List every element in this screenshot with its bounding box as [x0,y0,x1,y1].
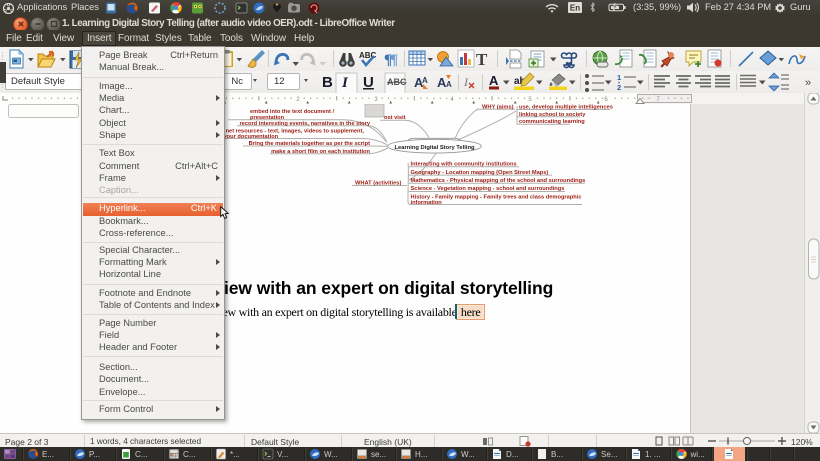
svg-text:Interacting with community ins: Interacting with community institutions [411,162,517,168]
svg-text:I: I [463,75,469,89]
svg-text:A: A [422,76,428,85]
svg-text:2: 2 [617,83,621,92]
svg-text:1: 1 [617,73,621,82]
svg-text:linking school to society: linking school to society [519,112,586,118]
svg-text:En: En [570,3,580,12]
svg-text:Mathematics - Physical mapping: Mathematics - Physical mapping of the sc… [411,178,586,184]
svg-text:presentation: presentation [250,115,285,121]
svg-text:ABC: ABC [359,51,377,60]
svg-text:communicating learning: communicating learning [519,119,585,125]
svg-text:WHAT (activities): WHAT (activities) [355,180,401,186]
svg-text:A: A [489,73,499,88]
svg-text:make a short film on each inst: make a short film on each institution [271,149,370,155]
svg-text:t your documentation: t your documentation [220,134,279,140]
svg-text:Bring the materials together a: Bring the materials together as per the … [249,141,370,147]
svg-text:»: » [805,77,811,89]
svg-text:ABC: ABC [387,77,407,87]
svg-text:ost visit: ost visit [384,115,406,121]
svg-text:WHY (aims): WHY (aims) [482,104,514,110]
svg-text:U: U [363,74,374,91]
svg-text:B: B [322,74,333,91]
svg-text:record interesting events, nar: record interesting events, narratives in… [239,121,370,127]
svg-text:A: A [446,80,452,89]
svg-text:I: I [341,75,349,91]
svg-text:information: information [411,200,443,206]
svg-text:T: T [476,50,488,69]
svg-text:Science - Vegetation mapping -: Science - Vegetation mapping - school an… [411,186,565,192]
svg-text:use, develop multiple intellig: use, develop multiple intelligences [519,104,613,110]
svg-text:¶: ¶ [390,52,398,68]
svg-text:Learning Digital Story Telling: Learning Digital Story Telling [394,145,475,151]
svg-text:Geography - Location mapping (: Geography - Location mapping (Open Stree… [411,170,549,176]
